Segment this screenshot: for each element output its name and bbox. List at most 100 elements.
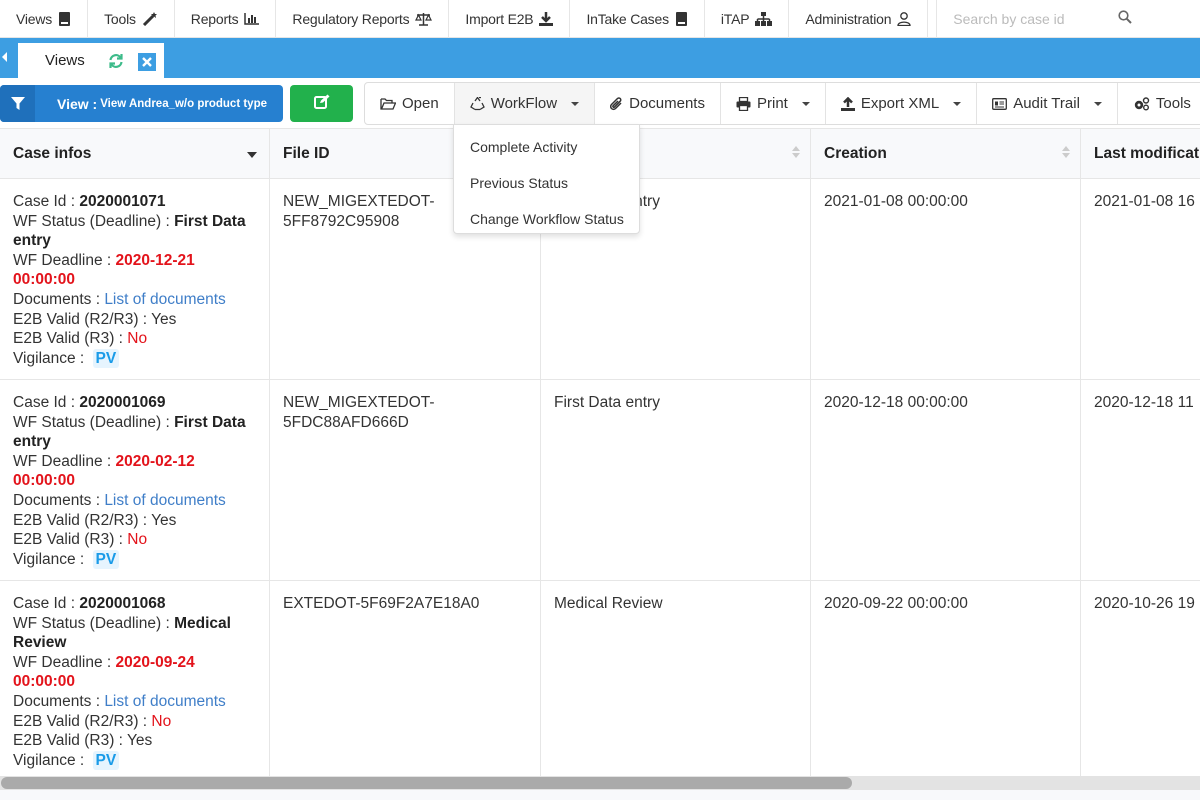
open-button[interactable]: Open — [365, 83, 455, 124]
view-prefix-label: View : — [57, 95, 98, 112]
column-header-case-infos[interactable]: Case infos — [0, 129, 270, 179]
tab-label: Views — [45, 52, 85, 69]
tools-button[interactable]: Tools — [1118, 83, 1200, 124]
column-header-last-modification[interactable]: Last modificati — [1081, 129, 1200, 179]
documents-link[interactable]: List of documents — [104, 492, 225, 509]
e2b-valid-r2r3: Yes — [151, 310, 177, 328]
caret-down-icon — [571, 101, 580, 106]
button-label: Export XML — [860, 95, 940, 112]
balance-scale-icon — [415, 12, 433, 26]
nav-item-administration[interactable]: Administration — [789, 0, 929, 38]
field-label: Documents : — [13, 491, 105, 509]
documents-link[interactable]: List of documents — [104, 693, 225, 710]
scrollbar-thumb[interactable] — [1, 777, 852, 789]
bar-chart-icon — [244, 13, 260, 25]
field-label: E2B Valid (R3) : — [13, 531, 128, 549]
horizontal-scrollbar[interactable] — [0, 776, 1200, 790]
filter-icon[interactable] — [0, 85, 35, 122]
case-id: 2020001071 — [79, 193, 166, 210]
menu-item-previous-status[interactable]: Previous Status — [454, 165, 639, 201]
button-label: WorkFlow — [490, 95, 558, 112]
folder-open-icon — [380, 97, 396, 110]
nav-item-label: iTAP — [720, 11, 750, 27]
button-label: Documents — [629, 95, 705, 112]
menu-item-complete-activity[interactable]: Complete Activity — [454, 129, 639, 165]
caret-down-icon — [953, 101, 962, 106]
button-label: Open — [402, 95, 439, 112]
file-id-cell: EXTEDOT-5F69F2A7E18A0 — [270, 581, 541, 781]
field-label: Case Id : — [13, 394, 80, 411]
column-header-creation[interactable]: Creation — [811, 129, 1081, 179]
case-search — [936, 0, 1146, 38]
refresh-icon[interactable] — [108, 53, 124, 73]
vigilance-badge: PV — [92, 750, 120, 771]
edit-view-button[interactable] — [290, 85, 353, 122]
field-label: E2B Valid (R2/R3) : — [13, 712, 152, 730]
case-id: 2020001068 — [79, 595, 166, 612]
creation-cell: 2020-09-22 00:00:00 — [811, 581, 1081, 781]
documents-button[interactable]: Documents — [595, 83, 721, 124]
button-label: Tools — [1155, 95, 1191, 112]
last-modification-date: 2020-12-18 11 — [1094, 394, 1194, 411]
upload-icon — [840, 96, 855, 111]
sitemap-icon — [755, 12, 773, 26]
nav-item-regulatory-reports[interactable]: Regulatory Reports — [276, 0, 450, 38]
nav-item-import-e2b[interactable]: Import E2B — [449, 0, 571, 38]
field-label: Vigilance : — [13, 751, 89, 769]
field-label: WF Deadline : — [13, 251, 116, 269]
column-header-label: Last modificati — [1094, 145, 1200, 162]
view-name: View Andrea_w/o product type — [100, 97, 267, 110]
case-toolbar: Open WorkFlow Documents Print Export XML… — [364, 82, 1200, 125]
last-modification-date: 2020-10-26 19 — [1094, 595, 1195, 612]
nav-item-label: InTake Cases — [586, 11, 669, 27]
table-row[interactable]: Case Id : 2020001069 WF Status (Deadline… — [0, 380, 1200, 581]
sort-icon[interactable] — [792, 146, 800, 160]
e2b-valid-r2r3: Yes — [151, 511, 177, 529]
e2b-valid-r3: No — [127, 330, 148, 348]
vigilance-badge: PV — [92, 348, 120, 369]
table-row[interactable]: Case Id : 2020001068 WF Status (Deadline… — [0, 581, 1200, 782]
nav-item-itap[interactable]: iTAP — [705, 0, 790, 38]
status-cell: First Data entry — [541, 380, 811, 580]
nav-item-reports[interactable]: Reports — [175, 0, 277, 38]
last-modification-cell: 2021-01-08 16 — [1081, 179, 1200, 379]
caret-down-icon — [801, 101, 810, 106]
nav-item-intake-cases[interactable]: InTake Cases — [570, 0, 705, 38]
e2b-valid-r3: Yes — [127, 732, 153, 750]
audit-trail-button[interactable]: Audit Trail — [977, 83, 1118, 124]
sort-desc-icon[interactable] — [247, 152, 257, 158]
vigilance-badge: PV — [92, 549, 120, 570]
close-tab-icon[interactable] — [138, 53, 156, 71]
case-infos-cell: Case Id : 2020001068 WF Status (Deadline… — [0, 581, 270, 781]
creation-date: 2021-01-08 00:00:00 — [824, 193, 968, 210]
nav-item-tools[interactable]: Tools — [88, 0, 175, 38]
file-id-cell: NEW_MIGEXTEDOT-5FDC88AFD666D — [270, 380, 541, 580]
file-id: EXTEDOT-5F69F2A7E18A0 — [283, 595, 480, 612]
user-icon — [897, 12, 911, 26]
menu-item-change-workflow-status[interactable]: Change Workflow Status — [454, 201, 639, 237]
search-icon[interactable] — [1118, 10, 1132, 28]
column-header-label: Case infos — [13, 145, 92, 162]
workflow-button[interactable]: WorkFlow — [454, 83, 596, 124]
e2b-valid-r3: No — [127, 531, 148, 549]
case-search-input[interactable] — [953, 11, 1114, 27]
id-card-icon — [992, 97, 1008, 110]
creation-date: 2020-09-22 00:00:00 — [824, 595, 968, 612]
tab-scroll-left-icon[interactable] — [2, 52, 7, 62]
nav-item-label: Tools — [104, 11, 136, 27]
workflow-dropdown-menu: Complete Activity Previous Status Change… — [453, 124, 640, 234]
print-button[interactable]: Print — [721, 83, 826, 124]
field-label: E2B Valid (R3) : — [13, 330, 128, 348]
sort-icon[interactable] — [1062, 146, 1070, 160]
magic-wand-icon — [142, 12, 158, 26]
nav-item-views[interactable]: Views — [0, 0, 89, 38]
export-xml-button[interactable]: Export XML — [826, 83, 978, 124]
field-label: E2B Valid (R2/R3) : — [13, 310, 152, 328]
tab-views[interactable]: Views — [18, 43, 164, 78]
book-icon — [58, 12, 71, 26]
documents-link[interactable]: List of documents — [104, 291, 225, 308]
case-id: 2020001069 — [79, 394, 166, 411]
cogs-icon — [1133, 96, 1150, 111]
view-selector-button[interactable]: View : View Andrea_w/o product type — [0, 85, 283, 122]
field-label: Case Id : — [13, 595, 80, 612]
